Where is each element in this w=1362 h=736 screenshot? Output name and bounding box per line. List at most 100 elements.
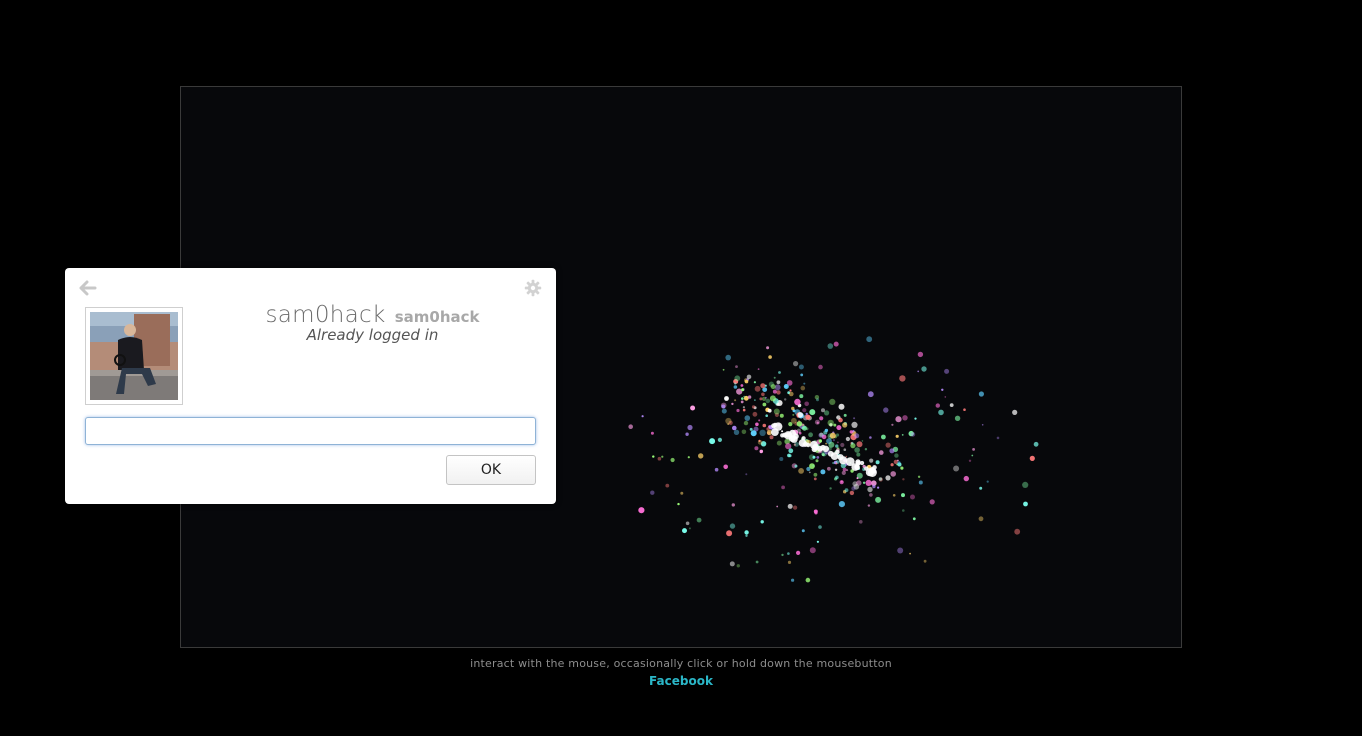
particle (954, 415, 961, 421)
particle (650, 490, 655, 495)
particle (895, 416, 902, 423)
particle (670, 457, 675, 463)
particle (788, 448, 794, 454)
particle (749, 427, 753, 431)
particle (910, 432, 916, 437)
particle (760, 383, 766, 389)
particle (944, 396, 947, 398)
particle (794, 398, 801, 406)
particle (781, 553, 784, 557)
particle (797, 412, 804, 418)
particle (917, 475, 921, 478)
account-name-line: sam0hack sam0hack (195, 302, 550, 328)
particle (856, 441, 863, 448)
particle (816, 456, 820, 459)
particle (832, 439, 836, 442)
particle (758, 419, 761, 422)
particle-core (811, 446, 818, 453)
particle (893, 459, 898, 464)
particle (818, 364, 823, 370)
particle (809, 547, 816, 554)
particle (803, 382, 806, 385)
particle (899, 375, 906, 382)
particle-core (855, 460, 861, 466)
particle (867, 504, 871, 507)
gear-icon[interactable] (524, 279, 542, 297)
particle (843, 448, 847, 452)
particle (741, 429, 747, 435)
particle (798, 468, 804, 474)
particle (986, 480, 989, 483)
particle (729, 523, 736, 529)
particle (864, 448, 868, 451)
particle (917, 370, 920, 373)
particle (812, 464, 815, 467)
particle (791, 578, 795, 582)
particle (818, 439, 822, 443)
particle (827, 466, 831, 471)
particle (901, 493, 905, 498)
particle (717, 437, 723, 442)
particle-core (771, 428, 779, 436)
particle (773, 408, 780, 415)
particle (809, 409, 816, 416)
particle (879, 450, 884, 455)
particle (759, 397, 763, 401)
particle (851, 421, 858, 428)
particle (854, 447, 860, 453)
particle-core (806, 442, 811, 448)
particle (836, 415, 841, 420)
particle (978, 391, 985, 397)
particle (751, 405, 756, 409)
particle (895, 434, 899, 438)
particle (696, 517, 702, 523)
particle (732, 425, 737, 431)
particle (813, 477, 817, 481)
particle (779, 413, 784, 418)
particle (725, 354, 731, 361)
ok-button[interactable]: OK (446, 455, 536, 485)
particle (750, 430, 757, 437)
particle (909, 552, 911, 555)
particle (785, 443, 792, 450)
particle (829, 487, 832, 490)
facebook-link[interactable]: Facebook (0, 674, 1362, 688)
particle (801, 423, 805, 427)
particle (698, 453, 704, 459)
particle (721, 404, 726, 409)
particle (866, 336, 873, 343)
particle-core (827, 450, 834, 457)
particle (816, 540, 820, 543)
particle (765, 414, 768, 418)
particle (851, 441, 854, 445)
particle (805, 577, 811, 583)
password-input[interactable] (85, 417, 536, 445)
particle (842, 467, 847, 472)
particle (838, 403, 845, 410)
particle (869, 493, 873, 497)
particle (759, 429, 766, 436)
arrow-left-icon[interactable] (79, 279, 97, 297)
particle (753, 381, 757, 384)
particle (687, 424, 693, 431)
particle (744, 379, 749, 384)
particle-core (839, 456, 848, 465)
particle (815, 459, 819, 463)
particle (765, 398, 771, 404)
particle (861, 440, 864, 442)
particle (731, 503, 735, 507)
particle (779, 457, 784, 461)
particle (754, 399, 756, 401)
particle (736, 564, 740, 568)
particle (837, 441, 839, 444)
particle (723, 464, 728, 470)
particle (835, 462, 838, 465)
particle (726, 530, 733, 537)
particle (743, 395, 745, 398)
avatar-photo (90, 312, 178, 400)
particle (890, 471, 896, 477)
particle (784, 398, 787, 401)
particle (752, 411, 758, 417)
particle (776, 440, 782, 446)
particle (727, 423, 730, 425)
